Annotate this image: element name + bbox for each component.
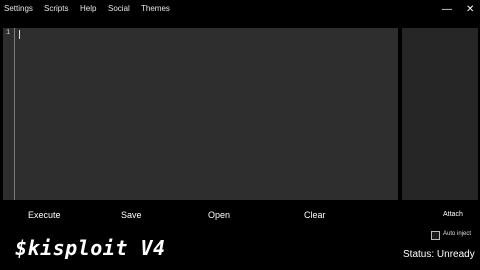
menu-social[interactable]: Social xyxy=(108,4,130,13)
execute-button[interactable]: Execute xyxy=(28,210,61,220)
auto-inject-checkbox[interactable] xyxy=(431,231,440,240)
clear-button[interactable]: Clear xyxy=(304,210,326,220)
status-text: Status: Unready xyxy=(403,249,475,260)
auto-inject-label: Auto inject xyxy=(443,231,472,237)
app-logo: $kisploit V4 xyxy=(15,236,166,260)
open-button[interactable]: Open xyxy=(208,210,230,220)
save-button[interactable]: Save xyxy=(121,210,142,220)
menu-help[interactable]: Help xyxy=(80,4,96,13)
close-button[interactable]: ✕ xyxy=(466,5,474,15)
menu-scripts[interactable]: Scripts xyxy=(44,4,68,13)
menu-bar: Settings Scripts Help Social Themes — ✕ xyxy=(0,0,480,20)
attach-button[interactable]: Attach xyxy=(443,211,463,218)
script-list-panel[interactable] xyxy=(402,28,478,200)
gutter-divider xyxy=(14,28,15,200)
line-number: 1 xyxy=(6,29,11,37)
menu-themes[interactable]: Themes xyxy=(141,4,170,13)
text-caret xyxy=(19,30,20,39)
minimize-button[interactable]: — xyxy=(442,5,452,15)
script-editor[interactable]: 1 xyxy=(3,28,398,200)
menu-settings[interactable]: Settings xyxy=(4,4,33,13)
